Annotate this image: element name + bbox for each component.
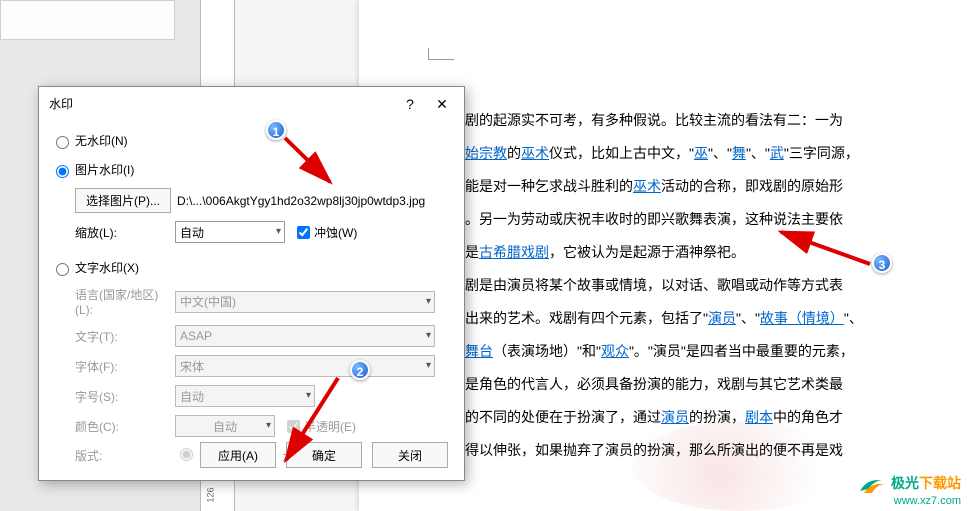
brand-url: www.xz7.com xyxy=(894,495,961,507)
link[interactable]: 观众 xyxy=(601,343,629,359)
text-watermark-radio[interactable] xyxy=(56,263,69,276)
text-line: 是角色的代言人，必须具备扮演的能力，戏剧与其它艺术类最 xyxy=(465,368,875,401)
annotation-badge-2: 2 xyxy=(350,360,370,380)
link[interactable]: 古希腊戏剧 xyxy=(479,244,549,260)
toolbar-fragment xyxy=(0,0,175,40)
link[interactable]: 舞台 xyxy=(465,343,493,359)
dialog-footer: 应用(A) 确定 关闭 xyxy=(39,442,464,468)
choose-picture-button[interactable]: 选择图片(P)... xyxy=(75,188,171,213)
picture-path: D:\...\006AkgtYgy1hd2o32wp8lj30jp0wtdp3.… xyxy=(177,194,425,208)
chevron-down-icon: ▾ xyxy=(306,390,311,401)
text-line: 舞台（表演场地）"和"观众"。"演员"是四者当中最重要的元素， xyxy=(465,335,875,368)
no-watermark-radio-row: 无水印(N) xyxy=(51,126,452,155)
ruler-tick: 126 xyxy=(206,487,216,502)
text-line: 始宗教的巫术仪式，比如上古中文，"巫"、"舞"、"武"三字同源， xyxy=(465,137,875,170)
link[interactable]: 巫术 xyxy=(633,178,661,194)
picture-watermark-radio-row: 图片水印(I) xyxy=(51,155,452,184)
color-select: 自动▾ xyxy=(175,415,275,437)
font-row: 字体(F): 宋体▾ xyxy=(51,351,452,381)
text-watermark-radio-row: 文字水印(X) xyxy=(51,253,452,282)
semitransparent-checkbox xyxy=(287,420,300,433)
semitransparent-label: 半透明(E) xyxy=(304,418,356,435)
ok-button[interactable]: 确定 xyxy=(286,442,362,468)
link[interactable]: 故事（情境） xyxy=(760,310,844,326)
watermark-dialog: 水印 ? ✕ 无水印(N) 图片水印(I) 选择图片(P)... D:\...\… xyxy=(38,86,465,481)
no-watermark-radio[interactable] xyxy=(56,136,69,149)
washout-label: 冲蚀(W) xyxy=(314,224,357,241)
chevron-down-icon: ▾ xyxy=(426,330,431,341)
language-row: 语言(国家/地区)(L): 中文(中国)▾ xyxy=(51,282,452,321)
picture-watermark-radio[interactable] xyxy=(56,165,69,178)
scale-select[interactable]: 自动▾ xyxy=(175,221,285,243)
link[interactable]: 始宗教 xyxy=(465,145,507,161)
text-row: 文字(T): ASAP▾ xyxy=(51,321,452,351)
apply-button[interactable]: 应用(A) xyxy=(200,442,276,468)
close-button[interactable]: ✕ xyxy=(426,92,458,116)
link[interactable]: 巫 xyxy=(694,145,708,161)
chevron-down-icon: ▾ xyxy=(426,360,431,371)
size-select: 自动▾ xyxy=(175,385,315,407)
close-dialog-button[interactable]: 关闭 xyxy=(372,442,448,468)
text-line: 得以伸张，如果抛弃了演员的扮演，那么所演出的便不再是戏 xyxy=(465,434,875,467)
text-line: 剧是由演员将某个故事或情境，以对话、歌唱或动作等方式表 xyxy=(465,269,875,302)
annotation-badge-3: 3 xyxy=(872,253,892,273)
site-watermark: 极光下载站 www.xz7.com xyxy=(858,473,961,507)
dialog-titlebar[interactable]: 水印 ? ✕ xyxy=(39,87,464,120)
link[interactable]: 武 xyxy=(770,145,784,161)
link[interactable]: 巫术 xyxy=(521,145,549,161)
size-row: 字号(S): 自动▾ xyxy=(51,381,452,411)
text-line: 是古希腊戏剧，它被认为是起源于酒神祭祀。 xyxy=(465,236,875,269)
help-button[interactable]: ? xyxy=(394,92,426,116)
font-select: 宋体▾ xyxy=(175,355,435,377)
scale-label: 缩放(L): xyxy=(75,224,175,241)
choose-picture-row: 选择图片(P)... D:\...\006AkgtYgy1hd2o32wp8lj… xyxy=(51,184,452,217)
link[interactable]: 演员 xyxy=(708,310,736,326)
text-line: 出来的艺术。戏剧有四个元素，包括了"演员"、"故事（情境）"、 xyxy=(465,302,875,335)
picture-watermark-label: 图片水印(I) xyxy=(75,161,134,178)
text-select: ASAP▾ xyxy=(175,325,435,347)
semitransparent-wrap: 半透明(E) xyxy=(283,417,356,436)
page-margin-corner-tl xyxy=(428,48,454,60)
text-line: 的不同的处便在于扮演了，通过演员的扮演，剧本中的角色才 xyxy=(465,401,875,434)
chevron-down-icon: ▾ xyxy=(426,296,431,307)
washout-checkbox-wrap[interactable]: 冲蚀(W) xyxy=(293,223,357,242)
chevron-down-icon: ▾ xyxy=(266,420,271,431)
logo-icon xyxy=(858,475,888,495)
link[interactable]: 舞 xyxy=(732,145,746,161)
text-line: 。另一为劳动或庆祝丰收时的即兴歌舞表演，这种说法主要依 xyxy=(465,203,875,236)
color-row: 颜色(C): 自动▾ 半透明(E) xyxy=(51,411,452,441)
text-line: 剧的起源实不可考，有多种假说。比较主流的看法有二：一为 xyxy=(465,104,875,137)
document-body-text[interactable]: 剧的起源实不可考，有多种假说。比较主流的看法有二：一为 始宗教的巫术仪式，比如上… xyxy=(465,104,875,467)
no-watermark-label: 无水印(N) xyxy=(75,132,128,149)
link[interactable]: 剧本 xyxy=(745,409,773,425)
language-select: 中文(中国)▾ xyxy=(175,291,435,313)
text-watermark-label: 文字水印(X) xyxy=(75,259,139,276)
chevron-down-icon: ▾ xyxy=(276,226,281,237)
washout-checkbox[interactable] xyxy=(297,226,310,239)
brand-text: 极光下载站 xyxy=(891,475,961,491)
annotation-badge-1: 1 xyxy=(266,120,286,140)
text-line: 能是对一种乞求战斗胜利的巫术活动的合称，即戏剧的原始形 xyxy=(465,170,875,203)
dialog-title-text: 水印 xyxy=(49,95,73,112)
scale-row: 缩放(L): 自动▾ 冲蚀(W) xyxy=(51,217,452,247)
link[interactable]: 演员 xyxy=(661,409,689,425)
